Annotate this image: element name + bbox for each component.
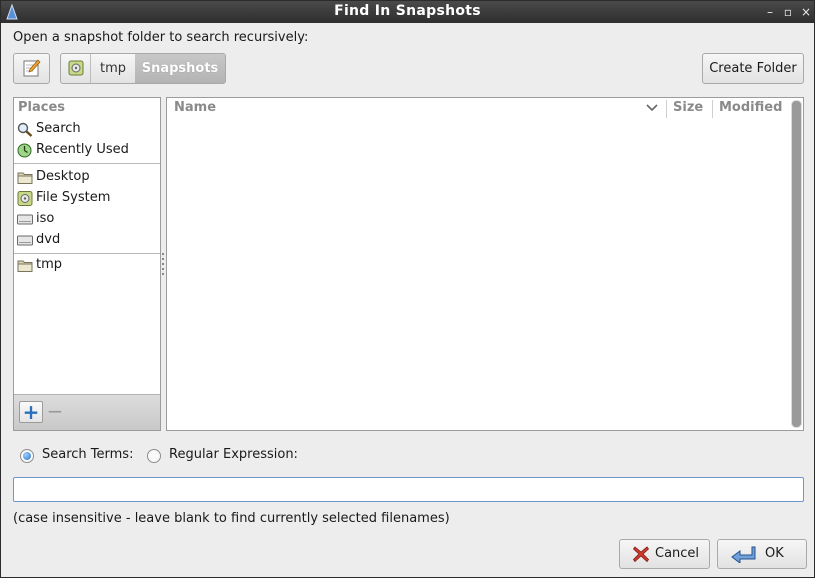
maximize-button[interactable]: ▫ <box>781 4 795 20</box>
drive-icon <box>17 235 33 246</box>
folder-icon <box>17 172 33 184</box>
column-header-name[interactable]: Name <box>174 100 216 115</box>
crumb-tmp[interactable]: tmp <box>91 54 135 83</box>
regular-expression-radio[interactable] <box>147 449 161 463</box>
search-icon <box>17 122 33 137</box>
places-sidebar: Places Search Recently Used Desktop File… <box>13 97 161 431</box>
path-bar: tmp Snapshots <box>60 53 226 84</box>
place-recently-used[interactable]: Recently Used <box>14 140 160 161</box>
drive-icon <box>17 191 33 206</box>
find-in-snapshots-dialog: Find In Snapshots – ▫ × Open a snapshot … <box>0 0 815 578</box>
place-label: tmp <box>36 257 63 272</box>
add-bookmark-button[interactable]: + <box>19 401 43 423</box>
column-header-size[interactable]: Size <box>673 100 703 115</box>
ok-label: OK <box>765 546 784 561</box>
column-divider <box>712 100 713 118</box>
remove-bookmark-button[interactable]: − <box>43 401 67 423</box>
place-label: iso <box>36 211 55 226</box>
crumb-filesystem[interactable] <box>61 54 91 83</box>
place-tmp[interactable]: tmp <box>14 255 160 276</box>
file-list[interactable]: Name Size Modified <box>166 97 804 431</box>
minimize-button[interactable]: – <box>763 4 777 20</box>
pencil-icon <box>23 59 41 77</box>
chevron-down-icon <box>646 104 658 112</box>
column-header-modified[interactable]: Modified <box>719 100 782 115</box>
place-dvd[interactable]: dvd <box>14 230 160 251</box>
column-divider <box>666 100 667 118</box>
close-button[interactable]: × <box>799 4 813 20</box>
scrollbar-thumb[interactable] <box>792 101 801 427</box>
edit-location-button[interactable] <box>13 53 50 84</box>
place-label: Recently Used <box>36 142 129 157</box>
place-desktop[interactable]: Desktop <box>14 167 160 188</box>
place-search[interactable]: Search <box>14 119 160 140</box>
place-label: Search <box>36 121 81 136</box>
drive-icon <box>68 60 84 76</box>
place-label: dvd <box>36 232 61 247</box>
search-input[interactable] <box>13 477 804 502</box>
drive-icon <box>17 214 33 225</box>
places-header: Places <box>18 100 66 115</box>
pane-resize-handle[interactable] <box>161 253 165 277</box>
places-separator <box>14 253 160 254</box>
vertical-scrollbar[interactable] <box>791 100 802 428</box>
enter-arrow-icon <box>731 546 756 563</box>
place-label: File System <box>36 190 111 205</box>
place-iso[interactable]: iso <box>14 209 160 230</box>
cancel-icon <box>632 546 650 563</box>
folder-icon <box>17 260 33 272</box>
place-file-system[interactable]: File System <box>14 188 160 209</box>
search-terms-radio[interactable] <box>20 449 34 463</box>
cancel-button[interactable]: Cancel <box>619 539 710 569</box>
instruction-label: Open a snapshot folder to search recursi… <box>13 30 309 45</box>
search-terms-label[interactable]: Search Terms: <box>42 447 133 462</box>
place-label: Desktop <box>36 169 90 184</box>
crumb-snapshots[interactable]: Snapshots <box>135 54 225 83</box>
places-separator <box>14 163 160 164</box>
ok-button[interactable]: OK <box>717 539 807 569</box>
cancel-label: Cancel <box>655 546 700 561</box>
title-bar[interactable]: Find In Snapshots – ▫ × <box>1 1 814 23</box>
window-title: Find In Snapshots <box>334 3 481 19</box>
places-toolbar: + − <box>14 394 160 430</box>
recent-icon <box>17 143 32 158</box>
regular-expression-label[interactable]: Regular Expression: <box>169 447 298 462</box>
search-hint: (case insensitive - leave blank to find … <box>13 511 450 526</box>
create-folder-button[interactable]: Create Folder <box>702 53 804 84</box>
